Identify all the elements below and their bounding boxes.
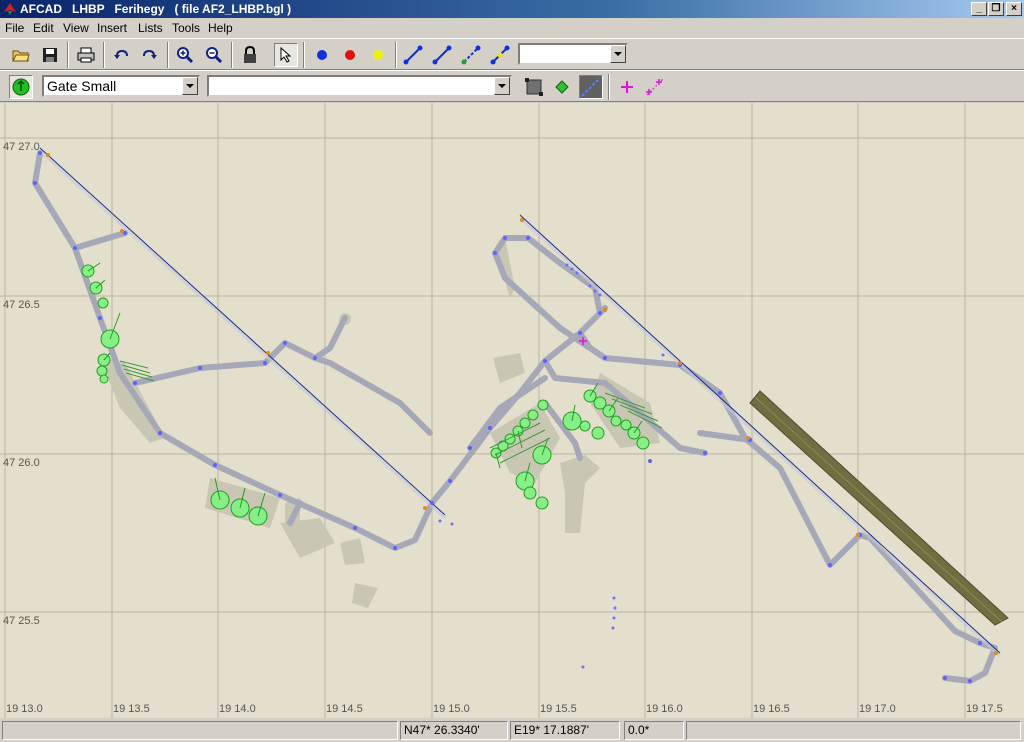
airport-map-canvas[interactable]: 47 27.0 47 26.5 47 26.0 47 25.5 19 13.0 …	[0, 103, 1024, 718]
coordinate-grid	[0, 103, 1024, 718]
status-bar: N47* 26.3340' E19* 17.1887' 0.0*	[0, 718, 1024, 742]
taxi-nodes	[33, 151, 982, 683]
menu-bar: File Edit View Insert Lists Tools Help	[0, 18, 1024, 38]
cross-icon[interactable]	[615, 75, 639, 99]
open-folder-icon[interactable]	[9, 43, 33, 67]
gate-lead-in-lines	[87, 262, 643, 517]
lon-label: 19 17.5	[966, 703, 1003, 715]
parking-spot-icon[interactable]	[9, 75, 33, 99]
lat-label: 47 27.0	[3, 141, 40, 153]
menu-help[interactable]: Help	[208, 21, 233, 35]
lat-label: 47 25.5	[3, 615, 40, 627]
taxiway-network	[32, 150, 998, 684]
chevron-down-icon[interactable]	[494, 77, 510, 95]
taxiway-line-icon[interactable]	[579, 75, 603, 99]
blue-node-icon[interactable]	[310, 43, 334, 67]
lon-label: 19 14.5	[326, 703, 363, 715]
menu-view[interactable]: View	[63, 21, 89, 35]
menu-edit[interactable]: Edit	[33, 21, 54, 35]
lat-label: 47 26.0	[3, 457, 40, 469]
menu-file[interactable]: File	[5, 21, 24, 35]
main-toolbar	[0, 38, 1024, 70]
close-button[interactable]: ×	[1006, 2, 1022, 16]
hold-short-points	[46, 153, 998, 655]
zoom-out-icon[interactable]	[202, 43, 226, 67]
layer-dropdown[interactable]	[518, 43, 628, 65]
closed-runway	[749, 390, 1009, 626]
measure-icon[interactable]	[643, 75, 667, 99]
lat-label: 47 26.5	[3, 299, 40, 311]
lon-label: 19 16.0	[646, 703, 683, 715]
parking-name-dropdown[interactable]	[207, 75, 512, 97]
save-disk-icon[interactable]	[38, 43, 62, 67]
window-title: AFCAD LHBP Ferihegy ( file AF2_LHBP.bgl …	[20, 2, 292, 16]
afcad-app-icon	[4, 3, 16, 15]
parking-toolbar: Gate Small	[0, 70, 1024, 102]
chevron-down-icon[interactable]	[182, 77, 198, 95]
menu-tools[interactable]: Tools	[172, 21, 200, 35]
airport-layout-drawing	[0, 103, 1024, 718]
status-heading: 0.0*	[624, 721, 684, 740]
red-node-icon[interactable]	[338, 43, 362, 67]
gate-spokes	[119, 360, 663, 464]
taxi-link-icon[interactable]	[401, 43, 425, 67]
node-icon[interactable]	[550, 75, 574, 99]
redo-icon[interactable]	[138, 43, 162, 67]
select-arrow-icon[interactable]	[274, 43, 298, 67]
lon-label: 19 15.0	[433, 703, 470, 715]
yellow-node-icon[interactable]	[366, 43, 390, 67]
lock-icon[interactable]	[238, 43, 262, 67]
lon-label: 19 17.0	[859, 703, 896, 715]
lon-label: 19 15.5	[540, 703, 577, 715]
undo-icon[interactable]	[109, 43, 133, 67]
restore-button[interactable]: ❐	[988, 2, 1004, 16]
parking-type-value: Gate Small	[47, 78, 117, 94]
status-message	[2, 721, 398, 740]
zoom-in-icon[interactable]	[173, 43, 197, 67]
status-extra	[686, 721, 1021, 740]
runway-link-icon[interactable]	[430, 43, 454, 67]
title-bar: AFCAD LHBP Ferihegy ( file AF2_LHBP.bgl …	[0, 0, 1024, 18]
lon-label: 19 16.5	[753, 703, 790, 715]
path-link-icon[interactable]	[459, 43, 483, 67]
print-icon[interactable]	[74, 43, 98, 67]
vehicle-link-icon[interactable]	[488, 43, 512, 67]
menu-lists[interactable]: Lists	[138, 21, 163, 35]
lon-label: 19 14.0	[219, 703, 256, 715]
parking-type-dropdown[interactable]: Gate Small	[42, 75, 200, 97]
lon-label: 19 13.0	[6, 703, 43, 715]
chevron-down-icon[interactable]	[610, 45, 626, 63]
boundary-icon[interactable]	[522, 75, 546, 99]
status-longitude: E19* 17.1887'	[510, 721, 620, 740]
runway-centerlines	[39, 147, 1001, 654]
minimize-button[interactable]: _	[971, 2, 987, 16]
lon-label: 19 13.5	[113, 703, 150, 715]
status-latitude: N47* 26.3340'	[400, 721, 508, 740]
menu-insert[interactable]: Insert	[97, 21, 127, 35]
